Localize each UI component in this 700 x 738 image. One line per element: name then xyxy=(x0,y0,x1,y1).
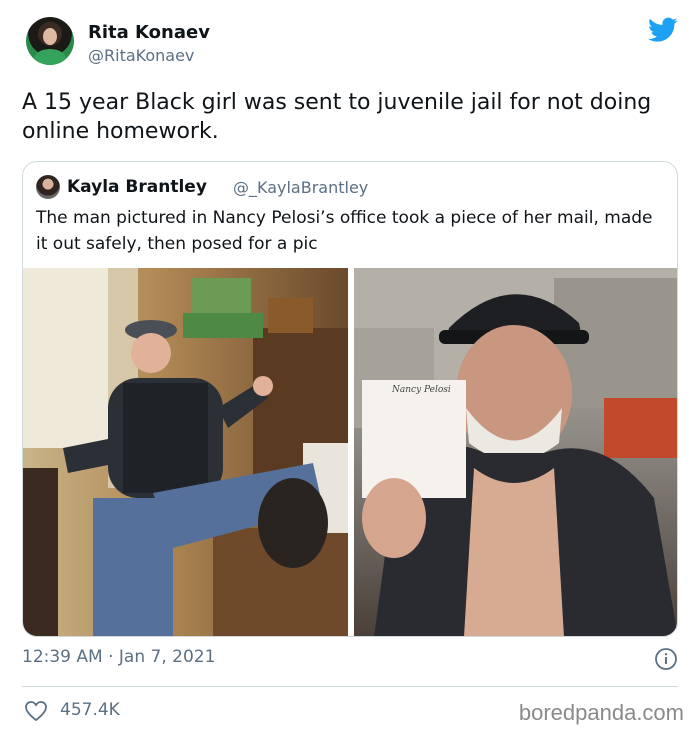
heart-icon[interactable] xyxy=(24,700,48,722)
twitter-bird-icon[interactable] xyxy=(648,17,678,43)
avatar-body xyxy=(34,49,66,65)
author-avatar[interactable] xyxy=(26,17,74,65)
quoted-tweet-text: The man pictured in Nancy Pelosi’s offic… xyxy=(36,208,653,254)
watermark: boredpanda.com xyxy=(518,700,684,725)
tweet-text: A 15 year Black girl was sent to juvenil… xyxy=(22,90,652,144)
divider xyxy=(22,686,678,687)
like-count[interactable]: 457.4K xyxy=(60,700,120,720)
quoted-photo-office[interactable] xyxy=(23,268,348,636)
avatar-face xyxy=(43,28,57,45)
quoted-author-handle[interactable]: @_KaylaBrantley xyxy=(233,178,368,197)
quoted-author-avatar[interactable] xyxy=(36,175,60,199)
author-handle[interactable]: @RitaKonaev xyxy=(88,46,194,65)
mail-envelope-text: Nancy Pelosi xyxy=(392,385,451,395)
office-scene-graphic xyxy=(23,268,348,636)
quoted-tweet[interactable]: Kayla Brantley @_KaylaBrantley The man p… xyxy=(22,161,678,637)
quoted-author-name[interactable]: Kayla Brantley xyxy=(67,177,207,197)
tweet-timestamp[interactable]: 12:39 AM · Jan 7, 2021 xyxy=(22,647,215,667)
info-icon[interactable] xyxy=(654,647,678,671)
author-name[interactable]: Rita Konaev xyxy=(88,22,210,43)
quoted-photo-portrait[interactable]: Nancy Pelosi xyxy=(354,268,677,636)
portrait-scene-graphic xyxy=(354,268,677,636)
